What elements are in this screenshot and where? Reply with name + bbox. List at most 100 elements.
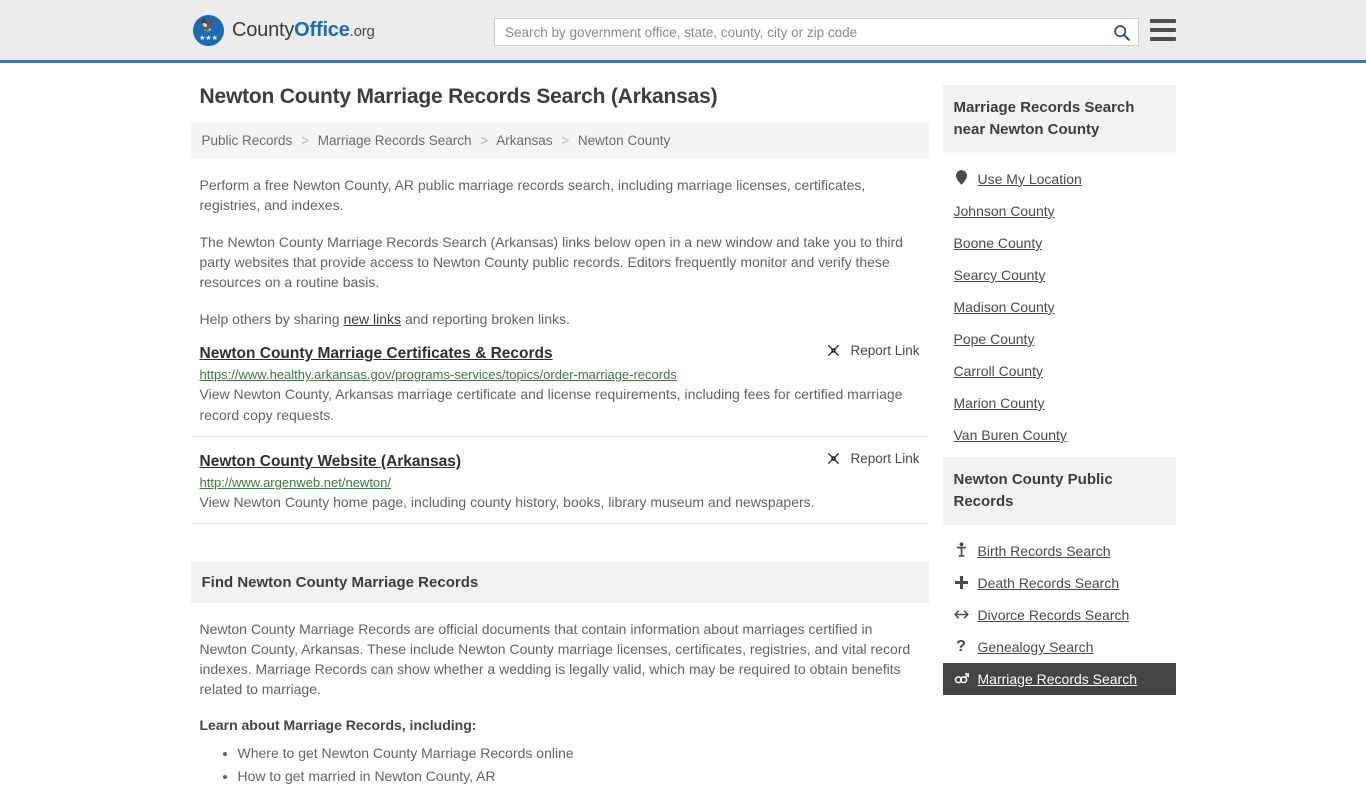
breadcrumb-item-1[interactable]: Marriage Records Search <box>318 133 472 148</box>
sidebar-item-pope-county[interactable]: Pope County <box>943 323 1176 355</box>
baby-icon <box>954 542 969 559</box>
sidebar-item-madison-county[interactable]: Madison County <box>943 291 1176 323</box>
hamburger-bar-3 <box>1150 37 1176 41</box>
sidebar-item-marriage-records-search[interactable]: Marriage Records Search <box>942 663 1176 695</box>
sidebar-item-label: Divorce Records Search <box>977 607 1130 623</box>
sidebar-item-label: Marion County <box>953 395 1045 411</box>
cross-plus-icon <box>954 575 969 591</box>
result-description: View Newton County, Arkansas marriage ce… <box>199 386 903 423</box>
new-links-link[interactable]: new links <box>343 311 401 327</box>
sidebar-item-death-records-search[interactable]: Death Records Search <box>943 567 1176 599</box>
hamburger-bar-2 <box>1150 28 1176 32</box>
sidebar-item-label: Johnson County <box>953 203 1055 219</box>
sidebar-item-carroll-county[interactable]: Carroll County <box>943 355 1176 387</box>
search-input[interactable] <box>495 19 1104 45</box>
result-header: Newton County Marriage Certificates & Re… <box>200 343 920 363</box>
learn-about-list: Where to get Newton County Marriage Reco… <box>200 742 920 788</box>
sidebar-item-use-my-location[interactable]: Use My Location <box>943 162 1176 195</box>
gender-symbols-icon <box>954 672 969 687</box>
share-text-before: Help others by sharing <box>199 311 344 327</box>
breadcrumb-separator: > <box>480 133 489 148</box>
share-text-after: and reporting broken links. <box>401 311 570 327</box>
intro-paragraph-1: Perform a free Newton County, AR public … <box>199 177 866 213</box>
left-right-arrow-icon <box>953 608 969 622</box>
find-records-body: Newton County Marriage Records are offic… <box>191 619 929 788</box>
public-records-heading: Newton County Public Records <box>942 457 1176 525</box>
page-body: Newton County Marriage Records Search (A… <box>0 63 1366 788</box>
sidebar-item-label: Genealogy Search <box>977 639 1094 655</box>
sidebar: Marriage Records Search near Newton Coun… <box>942 85 1176 701</box>
intro-text: Perform a free Newton County, AR public … <box>191 175 929 329</box>
report-link-button[interactable]: Report Link <box>826 343 920 358</box>
nearby-search-panel: Marriage Records Search near Newton Coun… <box>942 85 1176 451</box>
sidebar-item-boone-county[interactable]: Boone County <box>943 227 1176 259</box>
search-icon <box>1113 24 1130 41</box>
result-header: Newton County Website (Arkansas) Report … <box>200 451 920 471</box>
map-pin-icon <box>954 170 969 187</box>
search-bar <box>494 18 1139 46</box>
baby-glyph <box>956 542 966 557</box>
breadcrumb-item-2[interactable]: Arkansas <box>496 133 552 148</box>
breadcrumb: Public Records > Marriage Records Search… <box>190 123 929 158</box>
result-title-link[interactable]: Newton County Website (Arkansas) <box>200 453 462 471</box>
sidebar-item-birth-records-search[interactable]: Birth Records Search <box>943 534 1176 567</box>
sidebar-item-label: Birth Records Search <box>977 542 1111 559</box>
breadcrumb-item-3[interactable]: Newton County <box>578 133 670 148</box>
intro-paragraph-2: The Newton County Marriage Records Searc… <box>199 234 903 290</box>
sidebar-item-genealogy-search[interactable]: ? Genealogy Search <box>943 631 1176 663</box>
left-right-arrow-glyph <box>953 610 969 619</box>
logo-text: CountyOffice.org <box>232 19 375 42</box>
sidebar-item-label: Marriage Records Search <box>977 671 1138 687</box>
hamburger-menu-icon[interactable] <box>1150 19 1176 41</box>
list-item: How to get married in Newton County, AR <box>238 765 920 788</box>
logo-text-org: .org <box>349 22 375 40</box>
sidebar-item-label: Van Buren County <box>953 427 1067 443</box>
site-logo[interactable]: 🦅 ★★★ CountyOffice.org <box>193 14 375 46</box>
sidebar-item-label: Death Records Search <box>977 575 1120 591</box>
sidebar-item-johnson-county[interactable]: Johnson County <box>943 195 1176 227</box>
sidebar-item-van-buren-county[interactable]: Van Buren County <box>943 419 1176 451</box>
map-pin-glyph <box>955 170 967 185</box>
sidebar-item-divorce-records-search[interactable]: Divorce Records Search <box>943 599 1176 631</box>
stars-glyph: ★★★ <box>199 34 218 42</box>
result-item: Newton County Marriage Certificates & Re… <box>190 329 929 437</box>
breadcrumb-item-0[interactable]: Public Records <box>202 133 293 148</box>
sidebar-item-label: Searcy County <box>953 267 1046 283</box>
eagle-glyph: 🦅 <box>200 16 217 32</box>
page-title: Newton County Marriage Records Search (A… <box>199 85 718 108</box>
sidebar-item-label: Carroll County <box>953 363 1043 379</box>
main-column: Newton County Marriage Records Search (A… <box>190 85 929 788</box>
sidebar-item-label: Pope County <box>953 331 1035 347</box>
find-records-paragraph: Newton County Marriage Records are offic… <box>199 621 911 697</box>
report-link-label: Report Link <box>850 451 920 466</box>
site-header: 🦅 ★★★ CountyOffice.org <box>0 0 1366 63</box>
public-records-list: Birth Records Search Death Records Searc… <box>942 525 1176 695</box>
list-item: Where to get Newton County Marriage Reco… <box>238 742 920 765</box>
result-url[interactable]: http://www.argenweb.net/newton/ <box>200 475 920 490</box>
public-records-panel: Newton County Public Records Birth Recor… <box>942 457 1176 695</box>
sidebar-item-label: Madison County <box>953 299 1055 315</box>
breadcrumb-separator: > <box>561 133 570 148</box>
nearby-search-list: Use My Location Johnson County Boone Cou… <box>943 153 1176 451</box>
logo-text-office: Office <box>294 18 350 41</box>
report-link-label: Report Link <box>850 343 920 358</box>
result-description: View Newton County home page, including … <box>199 494 815 510</box>
result-url[interactable]: https://www.healthy.arkansas.gov/program… <box>200 367 920 382</box>
gender-symbols-glyph <box>954 672 969 683</box>
broken-link-icon <box>828 453 840 464</box>
result-item: Newton County Website (Arkansas) Report … <box>190 437 929 524</box>
sidebar-item-searcy-county[interactable]: Searcy County <box>943 259 1176 291</box>
learn-about-heading: Learn about Marriage Records, including: <box>199 717 477 733</box>
sidebar-item-marion-county[interactable]: Marion County <box>943 387 1176 419</box>
hamburger-bar-1 <box>1150 19 1176 23</box>
report-link-button[interactable]: Report Link <box>826 451 920 466</box>
result-title-link[interactable]: Newton County Marriage Certificates & Re… <box>200 345 553 363</box>
content-wrapper: Newton County Marriage Records Search (A… <box>190 85 1176 788</box>
search-button[interactable] <box>1104 19 1138 45</box>
logo-text-county: County <box>232 18 295 41</box>
eagle-seal-icon: 🦅 ★★★ <box>193 14 224 46</box>
question-mark-icon: ? <box>954 639 969 655</box>
nearby-search-heading: Marriage Records Search near Newton Coun… <box>942 85 1176 153</box>
sidebar-item-label: Use My Location <box>977 170 1082 187</box>
broken-link-icon <box>828 345 840 356</box>
